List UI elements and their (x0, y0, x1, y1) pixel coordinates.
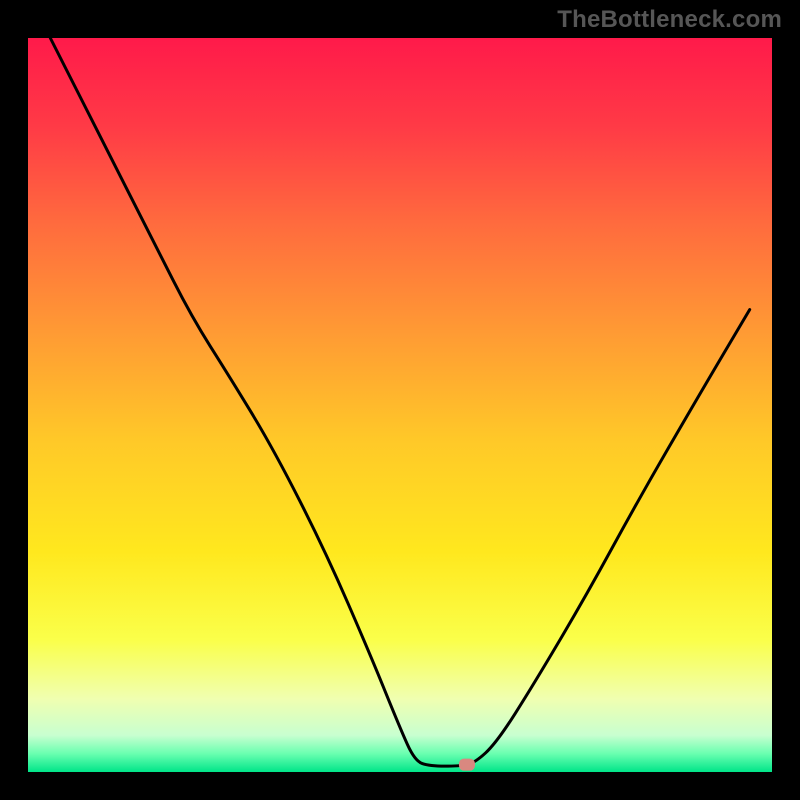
optimal-marker (459, 759, 475, 771)
watermark-text: TheBottleneck.com (557, 6, 782, 34)
plot-background (28, 38, 772, 772)
bottleneck-chart: TheBottleneck.com (0, 0, 800, 800)
chart-svg (0, 0, 800, 800)
